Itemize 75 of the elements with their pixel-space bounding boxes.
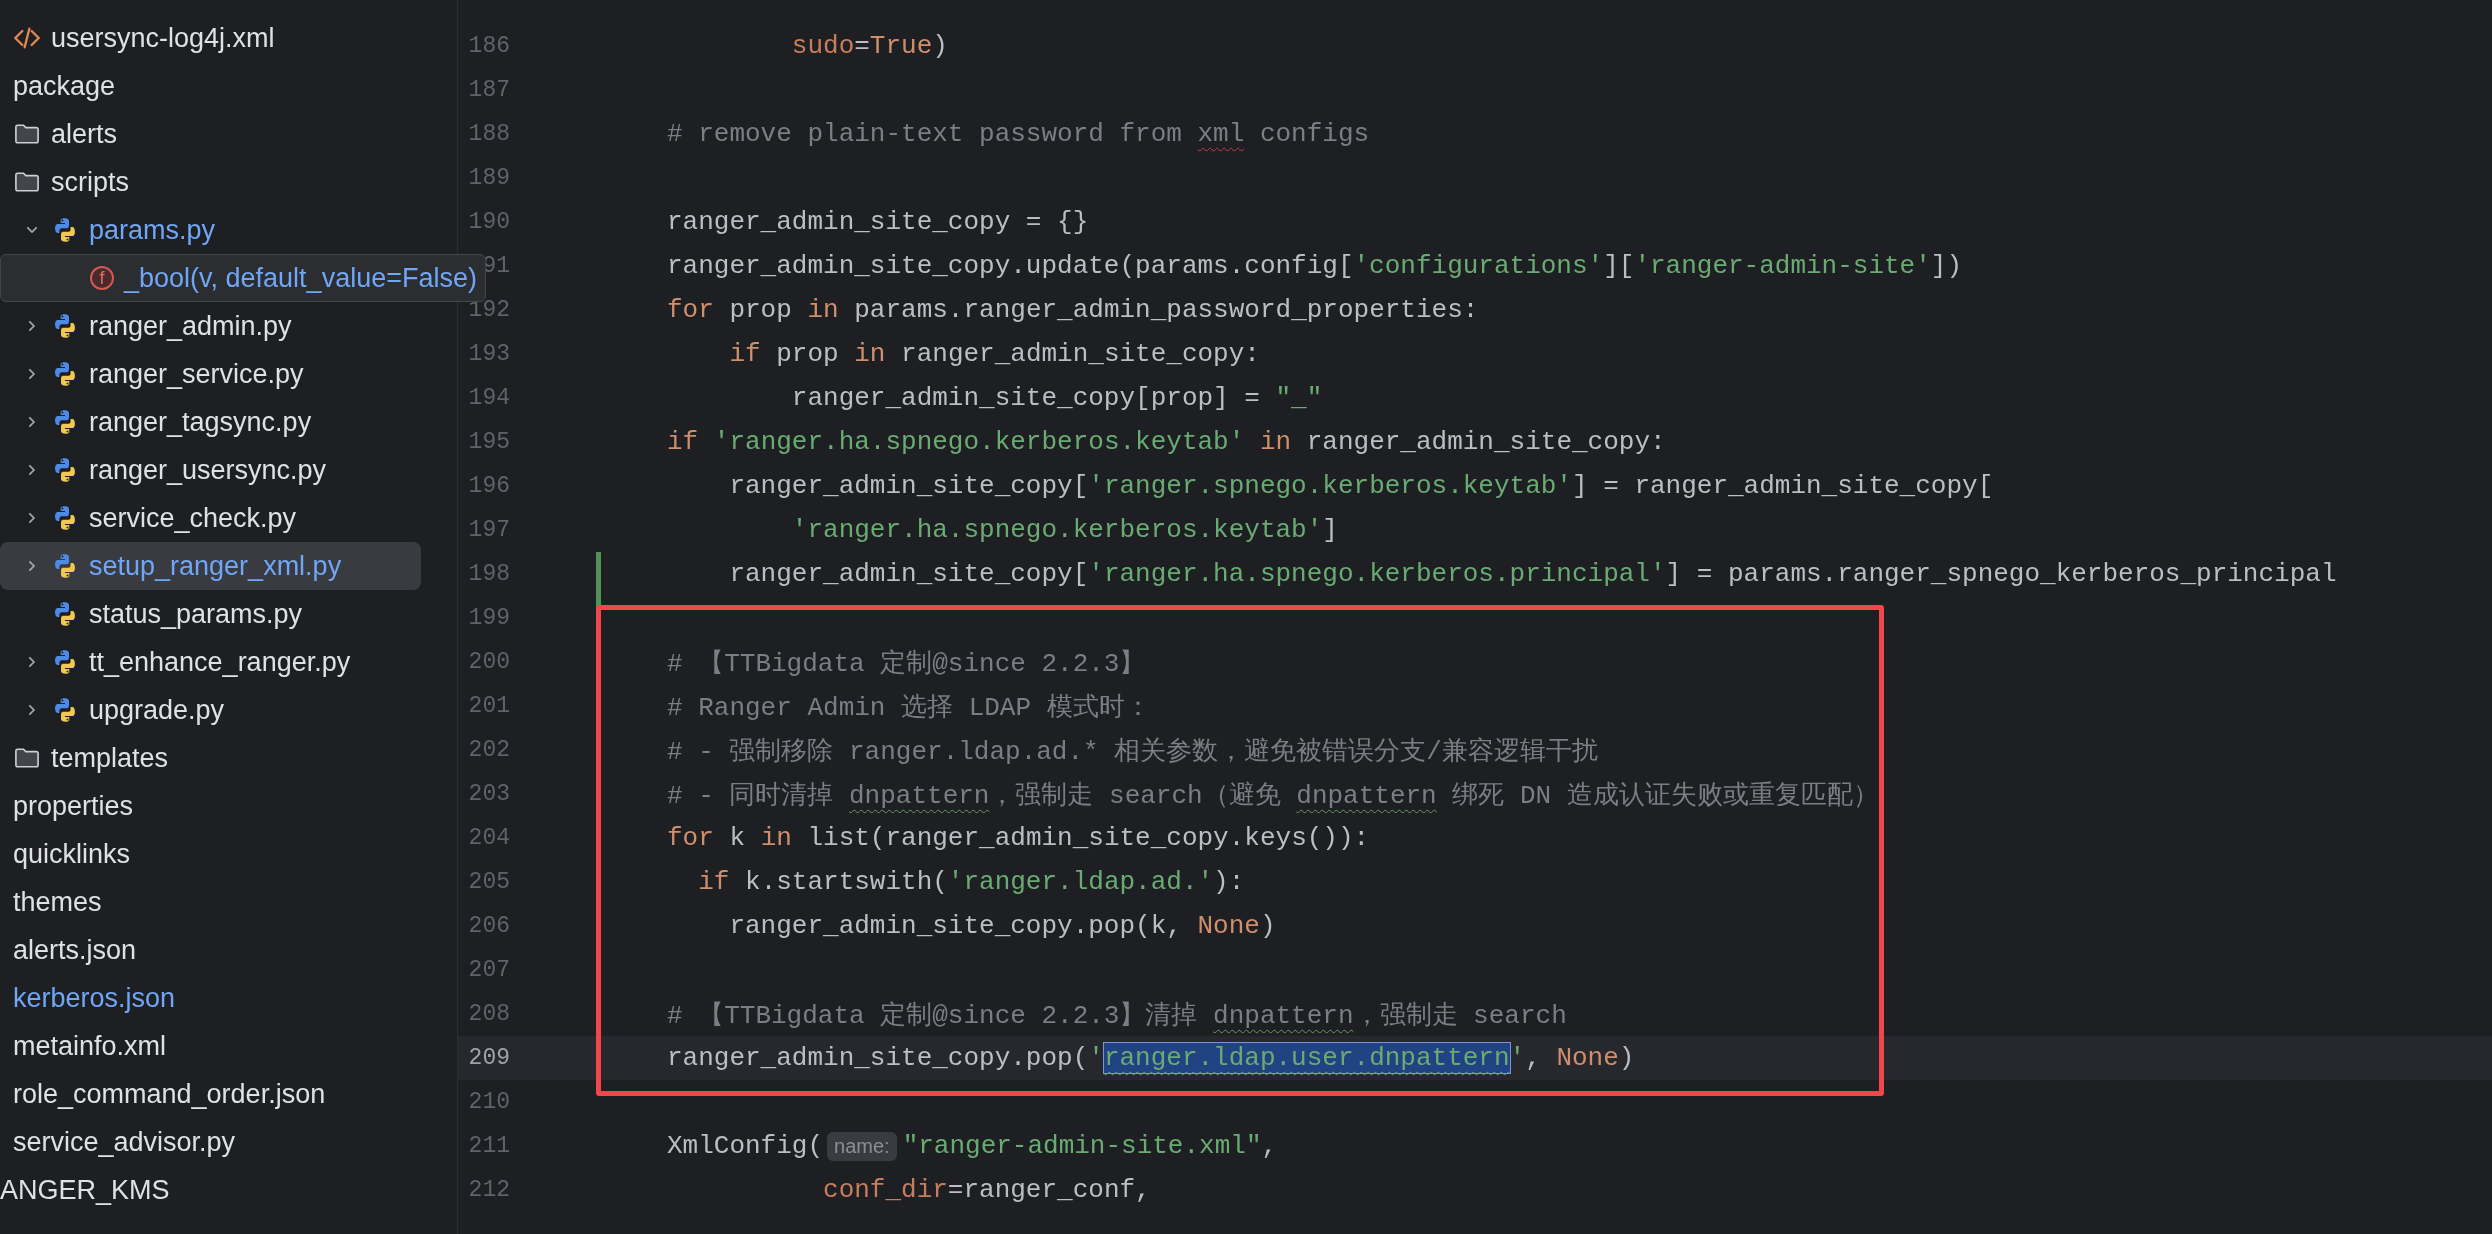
tree-item[interactable]: role_command_order.json	[0, 1070, 421, 1118]
line-number: 209	[467, 1045, 510, 1071]
tree-item[interactable]: tt_enhance_ranger.py	[0, 638, 421, 686]
code-text: ranger_admin_site_copy['ranger.ha.spnego.kerberos.principal'] = params.ranger_spnego_kerberos_principal	[728, 559, 2337, 589]
line-number: 210	[467, 1089, 510, 1115]
line-number: 211	[467, 1133, 510, 1159]
line-number: 202	[467, 737, 510, 763]
code-text: # 【TTBigdata 定制@since 2.2.3】	[667, 647, 1146, 680]
line-number: 208	[467, 1001, 510, 1027]
code-text: # 【TTBigdata 定制@since 2.2.3】清掉 dnpattern，强制走 search	[667, 999, 1567, 1032]
code-text: if prop in ranger_admin_site_copy:	[728, 339, 1260, 369]
tree-item[interactable]: quicklinks	[0, 830, 421, 878]
line-number: 204	[467, 825, 510, 851]
tree-item[interactable]: usersync-log4j.xml	[0, 14, 421, 62]
tree-item[interactable]: themes	[0, 878, 421, 926]
code-text: ranger_admin_site_copy = {}	[667, 207, 1089, 237]
tree-item[interactable]: setup_ranger_xml.py	[0, 542, 421, 590]
tree-item[interactable]: service_check.py	[0, 494, 421, 542]
tree-item[interactable]: kerberos.json	[0, 974, 421, 1022]
code-text: ranger_admin_site_copy.update(params.config['configurations']['ranger-admin-site'])	[667, 251, 1963, 281]
tree-item[interactable]: status_params.py	[0, 590, 421, 638]
tree-item[interactable]: ranger_service.py	[0, 350, 421, 398]
code-text: ranger_admin_site_copy[prop] = "_"	[790, 383, 1323, 413]
line-number: 194	[467, 385, 510, 411]
tree-item[interactable]: properties	[0, 782, 421, 830]
line-number: 195	[467, 429, 510, 455]
line-number: 205	[467, 869, 510, 895]
code-text: for k in list(ranger_admin_site_copy.keys()):	[667, 823, 1370, 853]
tree-item[interactable]: metainfo.xml	[0, 1022, 421, 1070]
line-number: 199	[467, 605, 510, 631]
code-text: for prop in params.ranger_admin_password_properties:	[667, 295, 1479, 325]
line-number: 187	[467, 77, 510, 103]
code-text: ranger_admin_site_copy.pop(k, None)	[728, 911, 1276, 941]
tree-item[interactable]: f _bool(v, default_value=False)	[0, 254, 486, 302]
code-text: conf_dir=ranger_conf,	[822, 1175, 1151, 1205]
line-number: 207	[467, 957, 510, 983]
code-text: # Ranger Admin 选择 LDAP 模式时：	[667, 691, 1151, 724]
tree-item[interactable]: templates	[0, 734, 421, 782]
code-text: # remove plain-text password from xml configs	[667, 119, 1370, 149]
tree-item[interactable]: ranger_admin.py	[0, 302, 421, 350]
line-number: 196	[467, 473, 510, 499]
tree-item[interactable]: upgrade.py	[0, 686, 421, 734]
line-number: 206	[467, 913, 510, 939]
code-text: ranger_admin_site_copy.pop('ranger.ldap.user.dnpattern', None)	[667, 1043, 1635, 1073]
tree-item[interactable]: package	[0, 62, 421, 110]
tree-item[interactable]: ranger_tagsync.py	[0, 398, 421, 446]
line-number: 201	[467, 693, 510, 719]
line-number: 212	[467, 1177, 510, 1203]
code-text: "ranger-admin-site.xml",	[902, 1131, 1278, 1161]
line-number: 186	[467, 33, 510, 59]
line-number: 188	[467, 121, 510, 147]
code-text: # - 强制移除 ranger.ldap.ad.* 相关参数，避免被错误分支/兼容逻辑干扰	[667, 735, 1598, 768]
line-number: 190	[467, 209, 510, 235]
function-icon: f	[90, 266, 114, 290]
code-text: 'ranger.ha.spnego.kerberos.keytab']	[790, 515, 1338, 545]
line-number: 189	[467, 165, 510, 191]
tree-item[interactable]: scripts	[0, 158, 421, 206]
tree-item[interactable]: params.py	[0, 206, 421, 254]
tree-item[interactable]: alerts	[0, 110, 421, 158]
inlay-hint: name:	[827, 1131, 897, 1161]
tree-item[interactable]: ranger_usersync.py	[0, 446, 421, 494]
code-text: sudo=True)	[790, 31, 948, 61]
tree-item[interactable]: alerts.json	[0, 926, 421, 974]
code-text: ranger_admin_site_copy['ranger.spnego.kerberos.keytab'] = ranger_admin_site_copy[	[728, 471, 1994, 501]
line-number: 193	[467, 341, 510, 367]
tree-item[interactable]: service_advisor.py	[0, 1118, 421, 1166]
line-number: 203	[467, 781, 510, 807]
code-text: if 'ranger.ha.spnego.kerberos.keytab' in ranger_admin_site_copy:	[667, 427, 1666, 457]
tree-item[interactable]: ANGER_KMS	[0, 1166, 421, 1214]
code-text: if k.startswith('ranger.ldap.ad.'):	[697, 867, 1245, 897]
line-number: 197	[467, 517, 510, 543]
code-text: XmlConfig(	[667, 1131, 824, 1161]
code-text: # - 同时清掉 dnpattern，强制走 search（避免 dnpattern 绑死 DN 造成认证失败或重复匹配）	[667, 779, 1879, 812]
line-number: 200	[467, 649, 510, 675]
line-number: 198	[467, 561, 510, 587]
